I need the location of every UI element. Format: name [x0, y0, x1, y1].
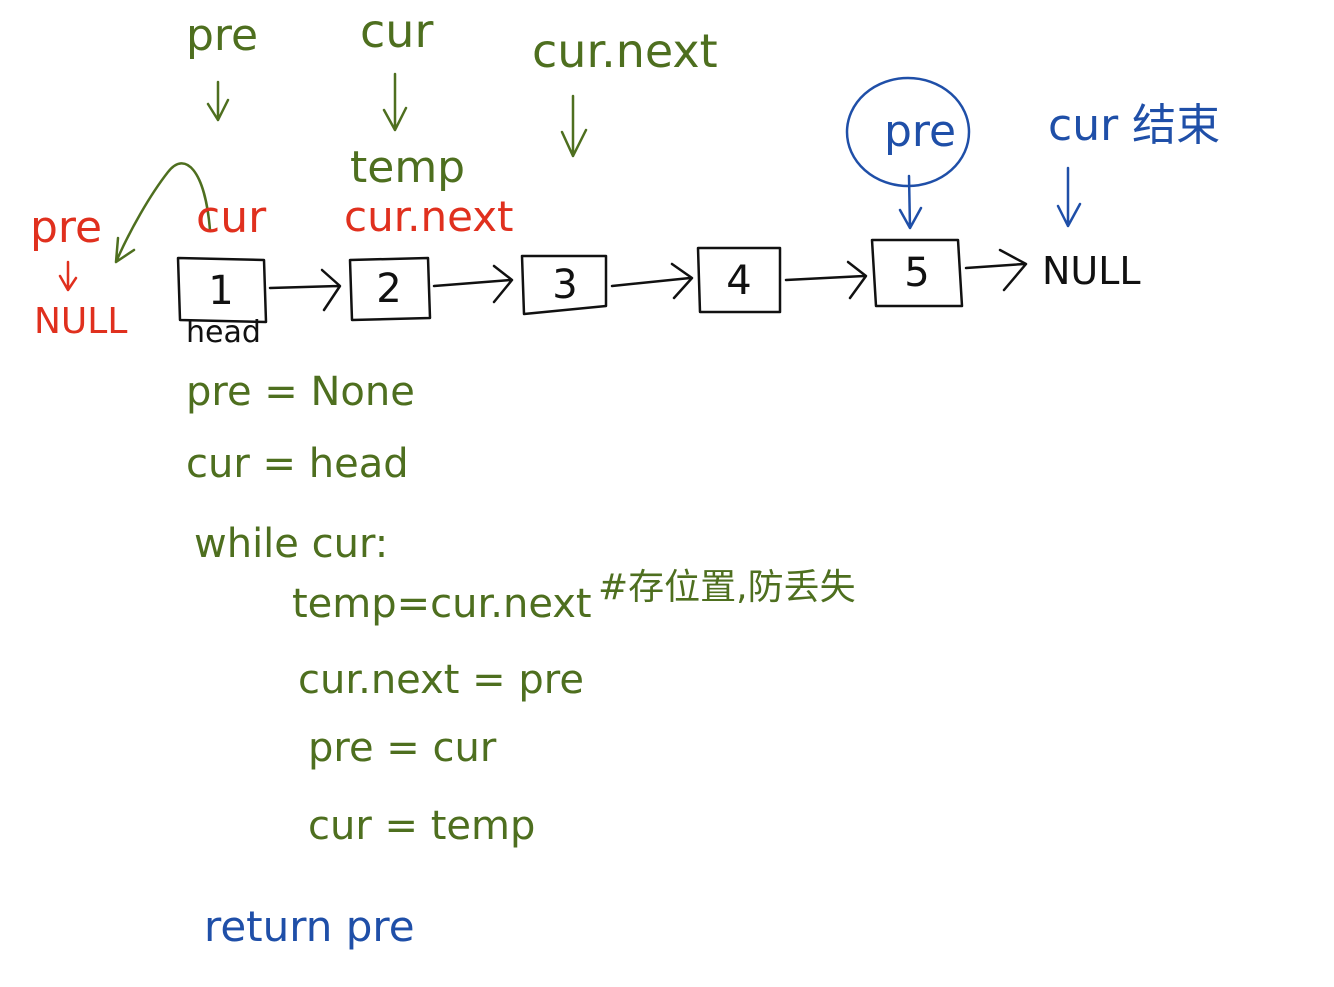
node-4-value: 4	[726, 258, 752, 304]
arrow-4-5	[784, 260, 868, 300]
arrow-curnext-down	[560, 94, 588, 158]
code-line-while: while cur:	[194, 521, 389, 567]
code-line-curnext-pre: cur.next = pre	[298, 657, 584, 703]
arrow-pre-down	[206, 80, 230, 122]
label-head: head	[186, 315, 261, 350]
node-1-value: 1	[208, 268, 234, 314]
label-cur-red: cur	[196, 192, 267, 243]
label-cur-top: cur	[360, 4, 434, 58]
label-cur-end: cur 结束	[1048, 100, 1221, 151]
node-5-value: 5	[904, 250, 930, 296]
code-line-pre-none: pre = None	[186, 369, 415, 415]
label-curnext-top: cur.next	[532, 24, 718, 78]
code-return: return pre	[204, 902, 415, 951]
arrow-1-2	[268, 268, 342, 312]
label-pre-top: pre	[186, 10, 259, 61]
label-curnext-red: cur.next	[344, 192, 514, 241]
code-line-cur-head: cur = head	[186, 441, 409, 487]
node-3-value: 3	[552, 262, 578, 308]
code-line-temp: temp=cur.next	[292, 581, 592, 627]
label-pre-circled: pre	[884, 106, 957, 157]
label-pre-red: pre	[30, 202, 103, 253]
label-null-red: NULL	[34, 301, 128, 342]
arrow-3-4	[610, 262, 694, 300]
node-2-value: 2	[376, 266, 402, 312]
arrow-pre-to-null	[58, 260, 78, 292]
label-temp: temp	[350, 142, 466, 193]
code-comment: #存位置,防丢失	[598, 567, 856, 608]
arrow-pre-to-node5	[898, 174, 923, 230]
code-line-pre-cur: pre = cur	[308, 725, 497, 771]
arrow-cur-down	[382, 72, 408, 132]
label-null-end: NULL	[1042, 249, 1141, 293]
arrow-5-null	[964, 248, 1028, 292]
code-line-cur-temp: cur = temp	[308, 803, 536, 849]
arrow-cur-to-null	[1056, 166, 1082, 228]
arrow-2-3	[432, 264, 514, 304]
